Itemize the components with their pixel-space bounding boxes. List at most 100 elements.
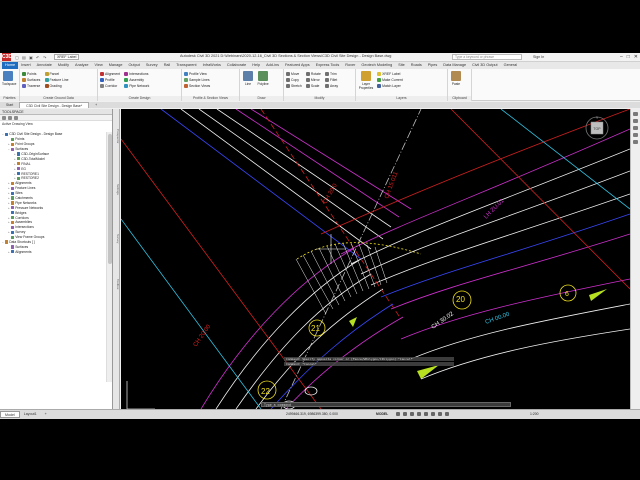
pan-icon[interactable] [633,119,638,123]
tree-item-label: Corridors [15,215,29,220]
command-history-line: Command: Specify opposite corner or [Fen… [284,357,454,361]
side-tab-settings[interactable]: Settings [113,184,120,195]
paste-button[interactable]: Paste [450,71,462,86]
app-logo[interactable]: C3D [2,53,12,61]
maximize-button[interactable]: □ [627,54,630,60]
view-icon[interactable] [2,116,6,120]
side-tab-survey[interactable]: Survey [113,234,120,243]
layer-properties-button[interactable]: Layer Properties [358,71,374,90]
ribbon-tab-featured-apps[interactable]: Featured Apps [282,62,313,69]
minimize-button[interactable]: – [620,54,623,60]
ribbon-tab-geotech-modeling[interactable]: Geotech Modeling [358,62,395,69]
ribbon-tab-roads[interactable]: Roads [408,62,425,69]
ribbon-tab-add-ins[interactable]: Add-ins [263,62,282,69]
ribbon-tab-output[interactable]: Output [125,62,142,69]
item-view-icon[interactable] [14,116,18,120]
ribbon-tab-general[interactable]: General [501,62,521,69]
polyline-button[interactable]: Polyline [257,71,269,86]
ribbon-tab-view[interactable]: View [92,62,106,69]
new-tab-button[interactable]: + [89,102,103,108]
ribbon-tab-pipes[interactable]: Pipes [425,62,441,69]
ribbon-tab-civil-3d-output[interactable]: Civil 3D Output [469,62,501,69]
ribbon-tab-data-manage[interactable]: Data Manage [440,62,469,69]
tree-item[interactable]: + Alignments [0,249,105,254]
match-layer-icon [377,84,382,88]
panel-title-palettes: Palettes [0,96,19,101]
ribbon-tab-rail[interactable]: Rail [161,62,174,69]
status-toggles [396,412,449,416]
ribbon-tab-infraworks[interactable]: InfraWorks [200,62,224,69]
tree-node-icon [11,235,15,239]
scale-button[interactable]: Scale [305,83,321,89]
ribbon-tab-site[interactable]: Site [395,62,408,69]
ribbon-tab-rover[interactable]: Rover [342,62,358,69]
ribbon-tab-survey[interactable]: Survey [143,62,161,69]
lineweight-icon[interactable] [431,412,435,416]
toolspace-scrollbar[interactable] [106,132,112,382]
ribbon-tabs: Home Insert Annotate Modify Analyze View Manag… [0,62,640,69]
selection-cycling-icon[interactable] [445,412,449,416]
ribbon-tab-home[interactable]: Home [2,62,19,69]
zoom-icon[interactable] [633,126,638,130]
grading-button[interactable]: Grading [44,83,69,89]
ribbon-tab-help[interactable]: Help [249,62,263,69]
grid-icon[interactable] [396,412,400,416]
model-space-toggle[interactable]: MODEL [376,412,388,416]
scrollbar-thumb[interactable] [108,134,112,264]
ribbon-tab-insert[interactable]: Insert [18,62,34,69]
corridor-button[interactable]: Corridor [100,83,120,89]
showmotion-icon[interactable] [633,140,638,144]
traverse-button[interactable]: Traverse [22,83,40,89]
panel-title-profile-section: Profile & Section Views [182,96,239,101]
polar-icon[interactable] [417,412,421,416]
profile-view-icon [184,72,188,76]
ortho-icon[interactable] [410,412,414,416]
layout1-tab[interactable]: Layout1 [20,411,41,418]
open-icon[interactable]: ▤ [22,55,27,60]
annotation-scale[interactable]: 1:200 [530,412,539,416]
search-input[interactable]: Type a keyword or phrase [452,54,522,60]
model-tab[interactable]: Model [0,411,20,418]
redo-icon[interactable]: ↷ [43,55,48,60]
ribbon-tab-modify[interactable]: Modify [55,62,72,69]
section-views-icon [184,84,188,88]
sign-in-link[interactable]: Sign In [533,55,544,59]
tree-item-label: C3D-TotalModel [21,156,45,161]
add-layout-button[interactable]: + [41,411,51,418]
orbit-icon[interactable] [633,133,638,137]
toolspace-button[interactable]: Toolspace [2,71,16,86]
side-tab-toolbox[interactable]: Toolbox [113,279,120,289]
ribbon-tab-collaborate[interactable]: Collaborate [224,62,249,69]
save-icon[interactable]: ▣ [29,55,34,60]
command-history-line: Command: *Cancel* [284,362,454,366]
ribbon-tab-manage[interactable]: Manage [106,62,126,69]
ribbon-tab-analyze[interactable]: Analyze [72,62,92,69]
transparency-icon[interactable] [438,412,442,416]
snap-icon[interactable] [403,412,407,416]
pipe-network-button[interactable]: Pipe Network [124,83,149,89]
stretch-button[interactable]: Stretch [286,83,302,89]
section-views-button[interactable]: Section Views [184,83,210,89]
ribbon-tab-annotate[interactable]: Annotate [34,62,55,69]
match-layer-button[interactable]: Match Layer [377,83,403,89]
command-line-input[interactable]: Type a command [261,402,511,407]
steering-wheel-icon[interactable] [633,112,638,116]
array-button[interactable]: Array [325,83,338,89]
refresh-icon[interactable] [8,116,12,120]
side-tab-prospector[interactable]: Prospector [113,129,120,144]
station-20: 20 [456,295,465,304]
doc-tab-design-base[interactable]: C3D Civil Site Design - Design Base* [19,102,90,108]
workspace-select[interactable]: XREF Label [54,54,80,60]
station-22: 22 [261,387,270,396]
viewcube[interactable]: TOP N [584,115,610,142]
line-button[interactable]: Line [242,71,254,86]
doc-tab-start[interactable]: Start [0,102,19,108]
close-button[interactable]: ✕ [634,54,638,60]
osnap-icon[interactable] [424,412,428,416]
tree-node-icon [17,171,21,176]
tree-node-icon [11,215,15,220]
ribbon-tab-express-tools[interactable]: Express Tools [313,62,343,69]
undo-icon[interactable]: ↶ [36,55,41,60]
new-icon[interactable]: ▢ [15,55,20,60]
ribbon-tab-transparent[interactable]: Transparent [173,62,199,69]
